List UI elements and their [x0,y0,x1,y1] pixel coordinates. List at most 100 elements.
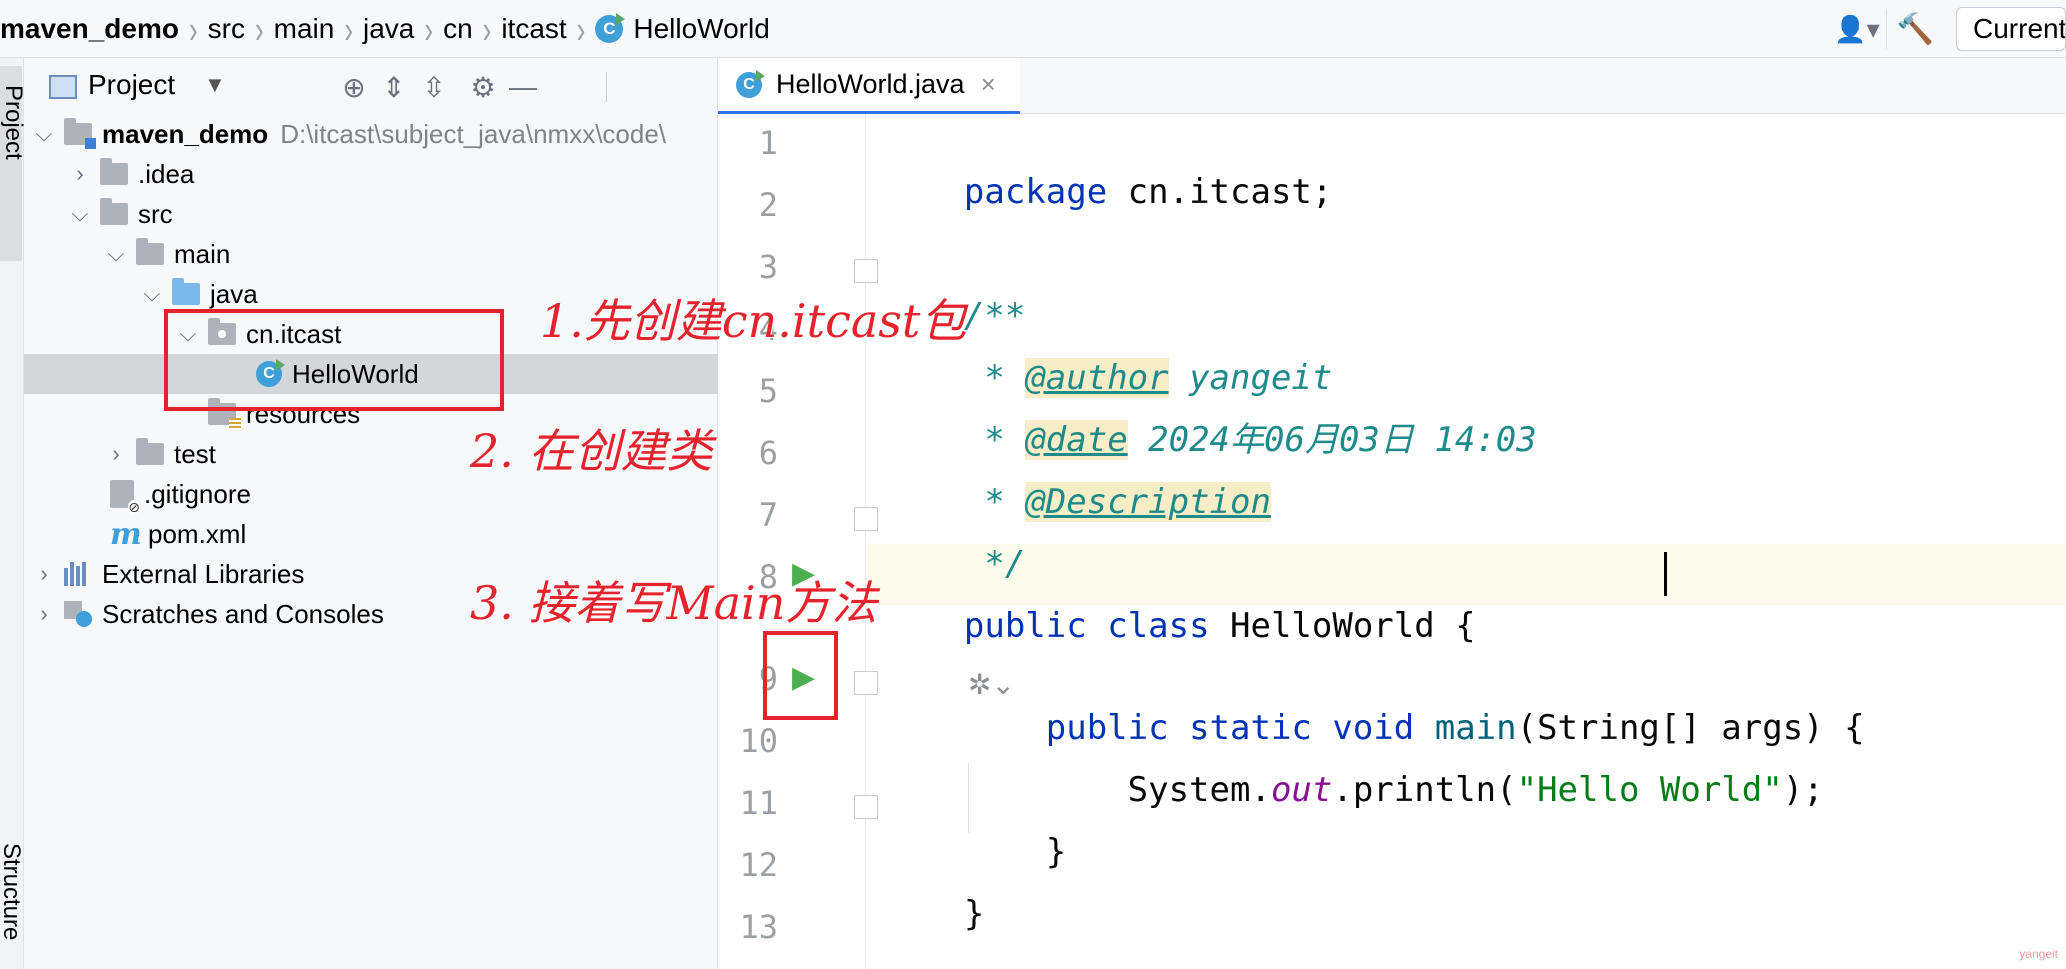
code-editor: C HelloWorld.java × 1 2 3 4 5 6 7 8 9 10… [718,58,2066,969]
breadcrumb-item-project[interactable]: maven_demo [0,13,179,45]
expand-all-icon[interactable]: ⇕ [377,70,411,104]
user-icon[interactable]: 👤▾ [1828,9,1886,49]
code-token: public [963,606,1087,646]
project-tool-window-button[interactable]: Project [0,66,27,261]
fold-toggle-icon[interactable] [854,671,878,695]
chevron-right-icon[interactable]: › [106,441,126,467]
run-configuration-selector[interactable]: Current File [1956,7,2066,51]
chevron-down-icon[interactable]: ⌵ [142,281,162,307]
annotation-step-1: 1.先创建cn.itcast包 [540,294,967,348]
breadcrumb-item-itcast[interactable]: itcast [501,13,566,45]
chevron-right-icon[interactable]: › [34,561,54,587]
tree-item-main[interactable]: ⌵ main [24,234,718,274]
tool-window-strip: Project Structure [0,58,27,969]
navigation-bar: maven_demo › src › main › java › cn › it… [0,0,2066,58]
toolbar-right: 👤▾ 🔨 Current File [1828,0,2066,58]
module-folder-icon [64,118,96,149]
code-token: } [963,894,985,934]
breadcrumb-separator-icon: › [424,5,434,51]
editor-tab-bar: C HelloWorld.java × [718,58,2066,114]
annotation-step-2: 2. 在创建类 [470,424,713,478]
code-token: cn.itcast; [1107,172,1333,212]
project-tool-window-label: Project [0,85,27,160]
tree-item-src[interactable]: ⌵ src [24,194,718,234]
fold-toggle-icon[interactable] [854,507,878,531]
chevron-right-icon[interactable]: › [70,161,90,187]
code-token: out [1270,770,1333,810]
line-number: 6 [758,434,778,472]
run-configuration-label: Current File [1973,13,2066,44]
tree-item-label: maven_demo [102,118,269,149]
chevron-down-icon[interactable]: ⌵ [70,201,90,227]
tree-item-label: src [138,198,173,229]
breadcrumb-item-class[interactable]: C HelloWorld [595,13,770,45]
code-token: package [963,172,1108,212]
breadcrumb-item-cn[interactable]: cn [443,13,473,45]
code-token: class [1086,606,1210,646]
library-icon [64,562,92,586]
chevron-down-icon[interactable]: ⌵ [106,241,126,267]
tree-item-label: .gitignore [144,478,251,509]
code-token: "Hello World" [1516,770,1783,810]
code-token: HelloWorld { [1209,606,1476,646]
scratches-icon [64,601,92,627]
hammer-icon[interactable]: 🔨 [1886,9,1944,49]
gear-icon[interactable]: ⚙ [466,70,500,104]
line-number: 2 [758,186,778,224]
project-panel-title[interactable]: Project [88,69,175,101]
folder-icon [136,438,164,465]
tree-item-pom[interactable]: m pom.xml [24,514,718,554]
line-number: 13 [739,908,778,946]
tree-item-path: D:\itcast\subject_java\nmxx\code\ [280,118,667,149]
code-token: @Description [1025,482,1271,522]
breadcrumb-separator-icon: › [576,5,586,51]
line-number: 12 [739,846,778,884]
fold-toggle-icon[interactable] [854,259,878,283]
java-class-icon: C [736,69,765,98]
source-folder-icon [172,278,200,305]
breadcrumb-item-src[interactable]: src [208,13,245,45]
tree-item-idea[interactable]: › .idea [24,154,718,194]
line-number: 5 [758,372,778,410]
line-number: 11 [739,784,778,822]
tree-item-label: pom.xml [148,518,247,549]
folder-icon [100,198,128,225]
breadcrumb-item-java[interactable]: java [363,13,414,45]
breadcrumb-separator-icon: › [482,5,492,51]
breadcrumb-item-main[interactable]: main [274,13,335,45]
folder-icon [100,158,128,185]
line-number: 10 [739,722,778,760]
chevron-down-icon[interactable]: ▼ [204,72,226,98]
breadcrumb-separator-icon: › [188,5,198,51]
tab-helloworld-java[interactable]: C HelloWorld.java × [718,58,1020,114]
java-class-icon: C [595,13,626,43]
annotation-box-run-main [763,631,838,720]
editor-gutter: 1 2 3 4 5 6 7 8 9 10 11 12 13 ▶ ▶ [718,114,878,969]
code-token: ); [1782,770,1824,810]
collapse-all-icon[interactable]: ⇳ [417,70,451,104]
divider [606,72,607,102]
close-icon[interactable]: × [981,69,996,100]
tree-item-label: java [210,278,258,309]
watermark: yangeit [2019,947,2058,961]
tree-item-root[interactable]: ⌵ maven_demo D:\itcast\subject_java\nmxx… [24,114,718,154]
chevron-down-icon[interactable]: ⌵ [34,121,54,147]
structure-tool-window-button[interactable]: Structure [0,843,25,969]
line-number: 1 [758,124,778,162]
code-line-1[interactable]: package cn.itcast; [882,126,1332,258]
line-number: 3 [758,248,778,286]
code-line-12[interactable]: } [882,848,984,969]
locate-file-icon[interactable]: ⊕ [337,70,371,104]
text-caret [1664,552,1667,596]
folder-icon [136,238,164,265]
breadcrumb-class-label: HelloWorld [633,13,770,44]
tree-item-label: main [174,238,231,269]
minimize-icon[interactable]: — [506,70,540,104]
breadcrumb: maven_demo › src › main › java › cn › it… [0,0,770,58]
tab-label: HelloWorld.java [776,69,965,99]
fold-toggle-icon[interactable] [854,795,878,819]
project-panel-header: Project ▼ ⊕ ⇕ ⇳ ⚙ — [24,58,718,114]
chevron-right-icon[interactable]: › [34,601,54,627]
breadcrumb-separator-icon: › [344,5,354,51]
tree-item-label: External Libraries [102,558,305,589]
